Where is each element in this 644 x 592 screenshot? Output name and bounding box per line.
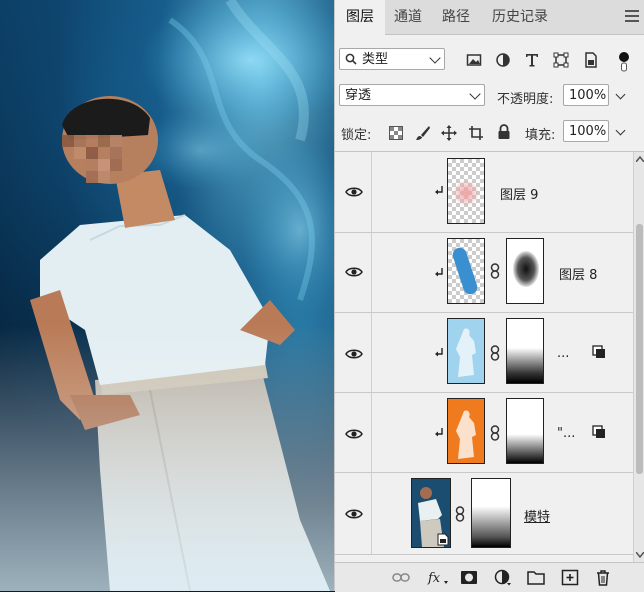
fill-value: 100% [569,124,607,139]
tab-channels[interactable]: 通道 [385,0,431,34]
opacity-slider-toggle-icon[interactable] [615,89,626,100]
scroll-down-icon[interactable] [636,552,644,558]
layer-mask-thumbnail[interactable] [506,398,544,464]
layer-thumbnail[interactable] [411,478,451,548]
blend-mode-select[interactable]: 穿透 [339,84,485,106]
link-chain-icon[interactable] [490,425,500,441]
link-chain-icon[interactable] [490,263,500,279]
clipping-arrow-icon [435,186,443,195]
add-mask-icon[interactable] [460,569,478,586]
layer-name[interactable]: 模特 [524,506,550,525]
opacity-field[interactable]: 100% [563,84,609,106]
clipping-arrow-icon [435,348,443,357]
layer-mask-thumbnail[interactable] [506,238,544,304]
link-layers-icon[interactable] [392,569,410,586]
filter-kind-label: 类型 [362,52,389,67]
tab-layers[interactable]: 图层 [335,0,385,35]
opacity-value: 100% [569,88,607,103]
eye-icon[interactable] [345,348,363,360]
layer-name[interactable]: ... [557,346,569,361]
lock-label: 锁定: [341,128,372,143]
layer-row[interactable]: "... [335,392,633,473]
svg-text:fx: fx [427,571,441,586]
filter-shape-icon[interactable] [553,52,569,68]
clipping-arrow-icon [435,268,443,277]
fill-label: 填充: [525,128,556,143]
blend-mode-value: 穿透 [345,88,372,103]
tab-history[interactable]: 历史记录 [481,0,559,34]
person-silhouette-icon [456,328,476,377]
layer-thumbnail[interactable] [447,318,485,384]
filter-smart-object-icon[interactable] [583,52,599,68]
layers-scrollbar[interactable] [633,152,644,562]
filter-adjustment-icon[interactable] [495,52,511,68]
clipping-arrow-icon [435,428,443,437]
filter-type-icon[interactable] [524,52,540,68]
new-group-folder-icon[interactable] [527,569,545,586]
layers-panel: 图层 通道 路径 历史记录 类型 穿透 不透明度: 100% 锁定: 填充: 1… [334,0,644,592]
search-icon [345,53,357,65]
lock-image-pixels-icon[interactable] [415,125,431,141]
eye-icon[interactable] [345,266,363,278]
layer-row[interactable]: ... [335,312,633,393]
filter-row: 类型 [335,42,644,78]
layer-mask-thumbnail[interactable] [506,318,544,384]
layer-row[interactable]: 图层 9 [335,152,633,233]
lock-position-icon[interactable] [441,125,457,141]
layer-thumbnail[interactable] [447,158,485,224]
smart-object-badge-icon [592,425,605,438]
layer-name[interactable]: 图层 8 [559,264,597,283]
link-chain-icon[interactable] [490,345,500,361]
chevron-down-icon [429,52,441,64]
scroll-up-icon[interactable] [636,156,644,162]
filter-toggle-icon[interactable] [616,50,632,72]
lock-artboard-icon[interactable] [468,125,484,141]
eye-icon[interactable] [345,186,363,198]
smart-object-badge-icon [437,533,449,546]
lock-row: 锁定: 填充: 100% [335,115,644,152]
opacity-label: 不透明度: [497,92,554,107]
new-layer-icon[interactable] [561,569,579,586]
layers-bottom-toolbar: fx [335,562,644,592]
eye-icon[interactable] [345,428,363,440]
filter-pixel-icon[interactable] [466,52,482,68]
panel-tabs: 图层 通道 路径 历史记录 [335,0,644,35]
layer-style-fx-icon[interactable]: fx [427,569,449,586]
layer-name[interactable]: "... [557,426,575,441]
new-adjustment-layer-icon[interactable] [494,569,512,586]
tab-paths[interactable]: 路径 [431,0,481,34]
fill-slider-toggle-icon[interactable] [615,125,626,136]
eye-icon[interactable] [345,508,363,520]
trash-icon[interactable] [594,569,612,586]
layer-thumbnail[interactable] [447,238,485,304]
chevron-down-icon [469,88,481,100]
layer-mask-thumbnail[interactable] [471,478,511,548]
document-canvas[interactable] [0,0,334,591]
panel-menu-icon[interactable] [625,10,639,22]
blend-row: 穿透 不透明度: 100% [335,79,644,115]
smart-object-badge-icon [592,345,605,358]
lock-transparent-pixels-icon[interactable] [389,126,403,140]
layer-thumbnail[interactable] [447,398,485,464]
link-chain-icon[interactable] [455,506,465,522]
lock-all-icon[interactable] [497,124,511,140]
filter-kind-select[interactable]: 类型 [339,48,445,70]
layers-list: 图层 9 图层 8 ... "... 模特 [335,152,633,562]
layer-name[interactable]: 图层 9 [500,184,538,203]
layer-row[interactable]: 图层 8 [335,232,633,313]
person-silhouette-icon [456,410,476,459]
scroll-thumb[interactable] [636,224,643,474]
layer-row[interactable]: 模特 [335,472,633,555]
photo-illustration [0,0,334,591]
fill-field[interactable]: 100% [563,120,609,142]
